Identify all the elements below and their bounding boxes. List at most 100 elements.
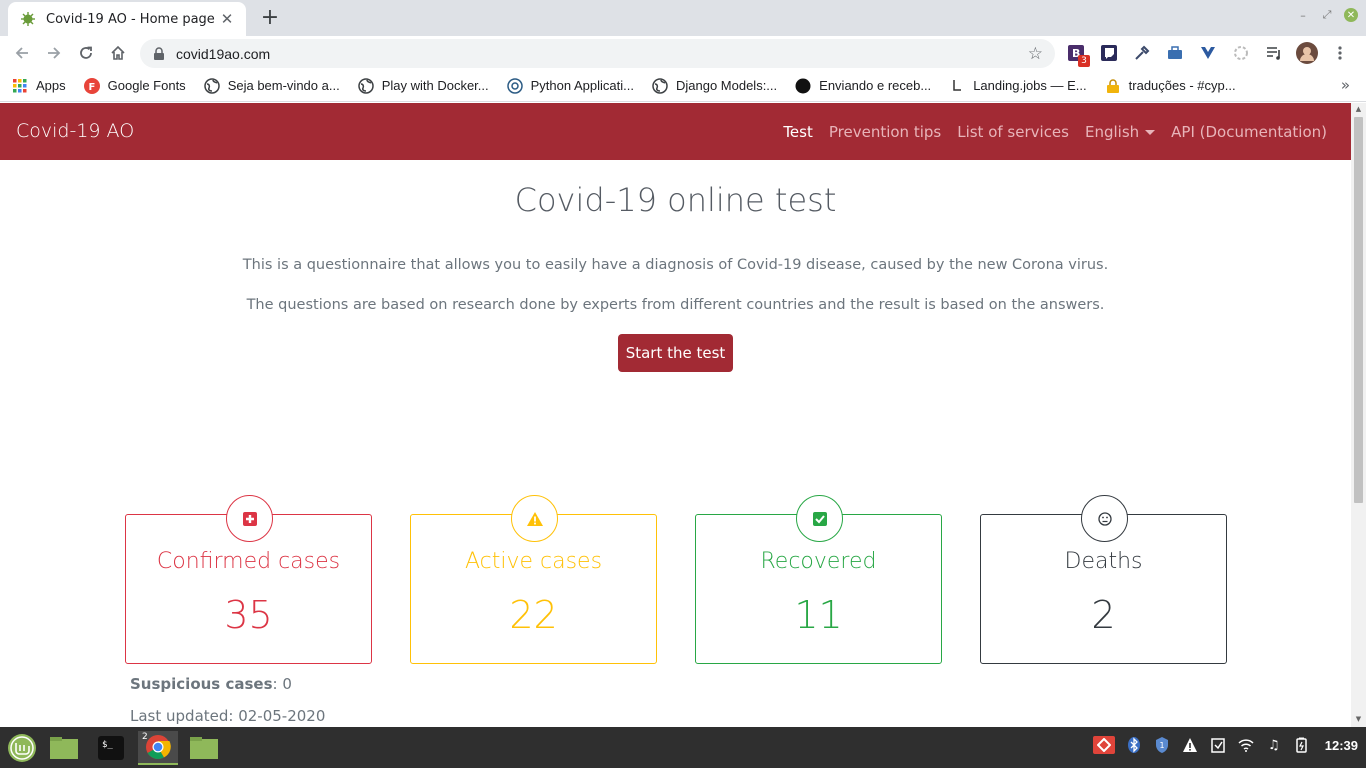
stat-label: Confirmed cases (156, 549, 341, 574)
google-fonts-icon: F (83, 77, 100, 94)
alert-icon[interactable] (1181, 736, 1199, 754)
eyedropper-icon[interactable] (1130, 41, 1154, 65)
suspicious-cases-label: Suspicious cases (130, 675, 273, 693)
nav-api-docs[interactable]: API (Documentation) (1171, 123, 1327, 141)
dark-circle-icon (795, 78, 811, 94)
bookmark-label: traduções - #cyp... (1128, 78, 1236, 93)
extensions-area: B 3 (1064, 41, 1352, 67)
clock[interactable]: 12:39 (1325, 738, 1358, 753)
forward-icon[interactable] (42, 41, 66, 65)
globe-icon (357, 77, 374, 94)
nav-language-label: English (1084, 123, 1140, 141)
bookmark-item[interactable]: Enviando e receb... (795, 78, 931, 94)
bookmarks-bar: Apps F Google Fonts Seja bem-vindo a... Play… (0, 70, 1366, 102)
suspicious-cases-value: : 0 (272, 675, 292, 693)
stat-value: 11 (794, 593, 843, 637)
bookmark-item[interactable]: traduções - #cyp... (1105, 78, 1236, 94)
stat-card: Recovered 11 (695, 495, 942, 664)
virus-favicon-icon (20, 11, 36, 27)
bookmarks-overflow-icon[interactable]: » (1341, 76, 1350, 94)
bluetooth-icon[interactable] (1125, 736, 1143, 754)
bookmark-item[interactable]: Django Models:... (652, 77, 778, 94)
reload-icon[interactable] (74, 41, 98, 65)
puzzle-extension-icon[interactable] (1229, 41, 1253, 65)
os-taskbar: $_ 2 1 ♫ 12:39 (0, 727, 1366, 768)
globe-icon (652, 77, 668, 94)
browser-menu-icon[interactable] (1328, 41, 1352, 65)
nav-test[interactable]: Test (783, 123, 813, 141)
shield-icon[interactable]: 1 (1153, 736, 1171, 754)
vue-devtools-icon[interactable] (1196, 41, 1220, 65)
nav-prevention-tips[interactable]: Prevention tips (829, 123, 941, 141)
bookmark-label: Django Models:... (675, 78, 778, 93)
anydesk-icon[interactable] (1092, 736, 1115, 754)
window-controls: – ⤢ ✕ (1296, 8, 1358, 22)
media-controls-icon[interactable] (1262, 41, 1286, 65)
terminal-launcher-icon[interactable]: $_ (91, 731, 131, 765)
new-tab-button[interactable]: + (258, 6, 282, 30)
svg-text:$_: $_ (102, 740, 113, 750)
site-brand[interactable]: Covid-19 AO (16, 120, 134, 142)
sad-face-icon (1081, 495, 1128, 542)
stat-card: Confirmed cases 35 (125, 495, 372, 664)
url-text: covid19ao.com (176, 45, 271, 62)
page-scrollbar[interactable]: ▲ ▼ (1351, 103, 1366, 727)
nav-language-dropdown[interactable]: English (1084, 123, 1156, 141)
chrome-window-count: 2 (142, 732, 148, 742)
stat-value: 22 (509, 593, 558, 637)
stat-label: Deaths (1064, 549, 1143, 574)
bookmark-item[interactable]: Play with Docker... (357, 77, 489, 94)
browser-tab[interactable]: Covid-19 AO - Home page ✕ (8, 2, 246, 36)
lock-icon (1105, 78, 1121, 94)
hero-paragraph-1: This is a questionnaire that allows you … (242, 257, 1109, 273)
stat-value: 2 (1091, 593, 1116, 637)
site-navbar: Covid-19 AO Test Prevention tips List of… (0, 103, 1351, 160)
home-icon[interactable] (106, 41, 130, 65)
browser-toolbar: covid19ao.com ☆ B 3 (0, 36, 1366, 70)
stat-label: Recovered (760, 549, 877, 574)
minimize-icon[interactable]: – (1296, 8, 1310, 22)
chrome-taskbar-button[interactable]: 2 (138, 731, 178, 765)
restore-icon[interactable]: ⤢ (1320, 8, 1334, 22)
bookmark-label: Landing.jobs — E... (973, 78, 1087, 93)
files-launcher-icon[interactable] (44, 731, 84, 765)
caret-down-icon (1145, 130, 1156, 135)
bookmark-item[interactable]: Landing.jobs — E... (949, 78, 1087, 94)
nav-list-of-services[interactable]: List of services (957, 123, 1069, 141)
bookmark-star-icon[interactable]: ☆ (1028, 44, 1043, 64)
window-close-icon[interactable]: ✕ (1344, 8, 1358, 22)
back-icon[interactable] (10, 41, 34, 65)
scroll-up-icon[interactable]: ▲ (1354, 105, 1363, 115)
music-note-icon[interactable]: ♫ (1265, 736, 1283, 754)
bookmark-item[interactable]: Python Applicati... (506, 77, 634, 94)
scrollbar-thumb[interactable] (1354, 117, 1363, 503)
bookmark-item[interactable]: F Google Fonts (83, 77, 186, 94)
extension-badge: 3 (1078, 55, 1090, 67)
browser-tabstrip: Covid-19 AO - Home page ✕ + – ⤢ ✕ (0, 0, 1366, 36)
start-test-button[interactable]: Start the test (618, 334, 733, 372)
scroll-down-icon[interactable]: ▼ (1354, 715, 1363, 725)
clipboard-icon[interactable] (1209, 736, 1227, 754)
system-tray: 1 ♫ 12:39 (1092, 736, 1358, 754)
bookmark-item[interactable]: Apps (12, 78, 66, 94)
twitch-icon[interactable] (1097, 41, 1121, 65)
wifi-icon[interactable] (1237, 736, 1255, 754)
globe-icon (203, 77, 220, 94)
battery-icon[interactable] (1293, 736, 1311, 754)
chrome-icon (146, 735, 171, 760)
bookmark-item[interactable]: Seja bem-vindo a... (203, 77, 340, 94)
stat-card: Deaths 2 (980, 495, 1227, 664)
extension-b-icon[interactable]: B 3 (1064, 41, 1090, 67)
bookmark-label: Google Fonts (107, 78, 186, 93)
lock-icon[interactable] (152, 46, 166, 61)
bookmark-label: Enviando e receb... (819, 78, 932, 93)
toolbox-icon[interactable] (1163, 41, 1187, 65)
tab-title: Covid-19 AO - Home page (46, 11, 215, 27)
address-bar[interactable]: covid19ao.com ☆ (140, 39, 1055, 68)
svg-text:1: 1 (1159, 741, 1164, 750)
profile-avatar[interactable] (1295, 41, 1319, 65)
mint-menu-icon[interactable] (2, 731, 42, 765)
tab-close-icon[interactable]: ✕ (218, 10, 236, 28)
warning-icon (511, 495, 558, 542)
folder-taskbar-button[interactable] (184, 731, 224, 765)
